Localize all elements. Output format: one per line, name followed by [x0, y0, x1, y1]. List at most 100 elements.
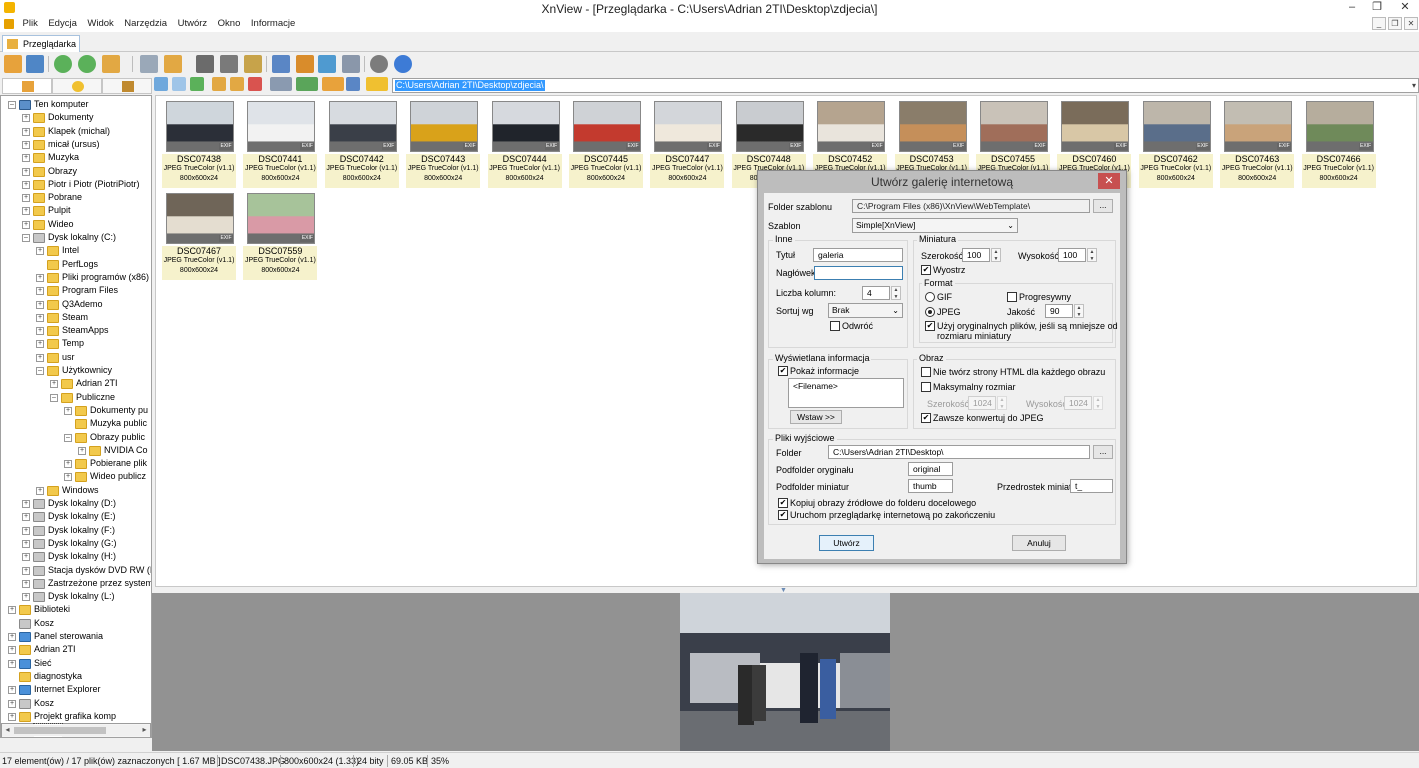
tab-przegladarka[interactable]: Przeglądarka — [2, 35, 80, 52]
expand-icon[interactable]: + — [36, 327, 44, 336]
chevron-down-icon[interactable]: ▾ — [1412, 79, 1416, 92]
tree-node[interactable]: – Obrazy public — [1, 431, 151, 444]
new-folder-icon[interactable] — [212, 77, 226, 91]
rename-icon[interactable] — [230, 77, 244, 91]
thumbnail-item[interactable]: EXIF DSC07442 JPEG TrueColor (v1.1) 800x600… — [324, 99, 399, 188]
mdi-restore-button[interactable]: ❐ — [1388, 17, 1402, 30]
scrollbar-thumb[interactable] — [14, 727, 106, 734]
expand-icon[interactable]: + — [22, 500, 30, 508]
forward-arrow-icon[interactable] — [172, 77, 186, 91]
tree-node[interactable]: + Dysk lokalny (G:) — [1, 537, 151, 550]
tree-node[interactable]: + Windows — [1, 484, 151, 497]
menu-informacje[interactable]: Informacje — [247, 16, 299, 31]
menu-okno[interactable]: Okno — [214, 16, 245, 31]
binoculars-icon[interactable] — [196, 55, 214, 73]
expand-icon[interactable]: + — [22, 566, 30, 575]
tree-node[interactable]: + Q3Ademo — [1, 298, 151, 311]
tree-node[interactable]: + NVIDIA Co — [1, 444, 151, 457]
max-width-spinner[interactable]: ▲ ▼ — [997, 396, 1007, 410]
thumbnail-item[interactable]: EXIF DSC07443 JPEG TrueColor (v1.1) 800x600… — [406, 99, 481, 188]
expand-icon[interactable]: + — [22, 154, 30, 163]
progressive-checkbox[interactable] — [1007, 292, 1017, 302]
expand-icon[interactable]: + — [36, 313, 44, 322]
tree-node[interactable]: + Wideo publicz — [1, 470, 151, 483]
quality-input[interactable]: 90 — [1045, 304, 1073, 318]
launch-browser-checkbox[interactable]: ✔ — [778, 510, 788, 520]
view-mode-icon[interactable] — [270, 77, 292, 91]
tree-node[interactable]: – Dysk lokalny (C:) — [1, 231, 151, 244]
menu-edycja[interactable]: Edycja — [44, 16, 81, 31]
expand-icon[interactable]: + — [8, 686, 16, 695]
expand-icon[interactable]: + — [64, 473, 72, 482]
gif-radio[interactable] — [925, 292, 935, 302]
tree-node[interactable]: + Dysk lokalny (D:) — [1, 497, 151, 510]
expand-icon[interactable]: + — [36, 340, 44, 349]
reverse-checkbox[interactable] — [830, 321, 840, 331]
expand-icon[interactable]: + — [8, 646, 16, 655]
tab-folders[interactable] — [2, 78, 52, 94]
collapse-icon[interactable]: – — [64, 433, 72, 442]
thumbnail-item[interactable]: EXIF DSC07441 JPEG TrueColor (v1.1) 800x600… — [243, 99, 318, 188]
tree-node[interactable]: – Publiczne — [1, 391, 151, 404]
folder-actions-icon[interactable] — [102, 55, 120, 73]
expand-icon[interactable]: + — [8, 659, 16, 668]
dialog-close-button[interactable]: ✕ — [1098, 173, 1120, 189]
max-height-input[interactable]: 1024 — [1064, 396, 1092, 410]
thumbnail-item[interactable]: EXIF DSC07445 JPEG TrueColor (v1.1) 800x600… — [569, 99, 643, 188]
expand-icon[interactable]: + — [22, 593, 30, 602]
sync-icon[interactable] — [346, 77, 360, 91]
thumbnail-item[interactable]: EXIF DSC07462 JPEG TrueColor (v1.1) 800x600… — [1138, 99, 1213, 188]
tree-node[interactable]: + Pulpit — [1, 204, 151, 217]
columns-input[interactable]: 4 — [862, 286, 890, 300]
template-folder-field[interactable]: C:\Program Files (x86)\XnView\WebTemplat… — [852, 199, 1090, 213]
output-folder-input[interactable]: C:\Users\Adrian 2TI\Desktop\ — [828, 445, 1090, 459]
screen-capture-icon[interactable] — [272, 55, 290, 73]
thumbnail-item[interactable]: EXIF DSC07463 JPEG TrueColor (v1.1) 800x600… — [1220, 99, 1295, 188]
document-menu-icon[interactable] — [4, 19, 14, 29]
tree-node[interactable]: + Dysk lokalny (H:) — [1, 550, 151, 563]
menu-plik[interactable]: Plik — [19, 16, 42, 31]
tree-node[interactable]: + Sieć — [1, 657, 151, 670]
header-input[interactable] — [814, 266, 903, 280]
menu-widok[interactable]: Widok — [83, 16, 117, 31]
tree-node[interactable]: + SteamApps — [1, 324, 151, 337]
template-folder-browse-button[interactable]: ... — [1093, 199, 1113, 213]
web-gallery-icon[interactable] — [318, 55, 336, 73]
tree-node[interactable]: + micał (ursus) — [1, 138, 151, 151]
info-textarea[interactable]: <Filename> — [788, 378, 904, 408]
tree-node[interactable]: + Zastrzeżone przez system — [1, 577, 151, 590]
thumbnail-item[interactable]: EXIF DSC07447 JPEG TrueColor (v1.1) 800x600… — [650, 99, 725, 188]
scroll-right-icon[interactable]: ▸ — [139, 725, 150, 736]
slideshow-icon[interactable] — [244, 55, 262, 73]
filter-icon[interactable] — [322, 77, 344, 91]
thumb-width-spinner[interactable]: ▲ ▼ — [991, 248, 1001, 262]
tree-horizontal-scrollbar[interactable]: ◂ ▸ — [2, 725, 150, 736]
thumbnail-item[interactable]: EXIF DSC07438 JPEG TrueColor (v1.1) 800x600… — [162, 99, 236, 188]
tree-node[interactable]: diagnostyka — [1, 670, 151, 683]
mdi-close-button[interactable]: ✕ — [1404, 17, 1418, 30]
expand-icon[interactable]: + — [8, 606, 16, 615]
back-arrow-icon[interactable] — [154, 77, 168, 91]
mdi-minimize-button[interactable]: _ — [1372, 17, 1386, 30]
expand-icon[interactable]: + — [36, 486, 44, 495]
thumb-height-spinner[interactable]: ▲ ▼ — [1087, 248, 1097, 262]
expand-icon[interactable]: + — [36, 353, 44, 362]
tree-node[interactable]: + Temp — [1, 337, 151, 350]
expand-icon[interactable]: + — [36, 273, 44, 282]
folder-tree[interactable]: – Ten komputer + Dokumenty + Klapek (michal) +… — [0, 95, 152, 738]
jpeg-radio[interactable] — [925, 307, 935, 317]
tree-node[interactable]: + Piotr i Piotr (PiotriPiotr) — [1, 178, 151, 191]
minimize-button[interactable]: – — [1338, 0, 1366, 16]
go-forward-icon[interactable] — [78, 55, 96, 73]
refresh-icon[interactable] — [54, 55, 72, 73]
max-size-checkbox[interactable] — [921, 382, 931, 392]
tree-node[interactable]: + Intel — [1, 244, 151, 257]
address-text[interactable]: C:\Users\Adrian 2TI\Desktop\zdjecia\ — [395, 80, 545, 91]
tree-node[interactable]: + Klapek (michal) — [1, 125, 151, 138]
close-button[interactable]: ✕ — [1391, 0, 1419, 16]
expand-icon[interactable]: + — [22, 180, 30, 189]
collapse-icon[interactable]: – — [22, 234, 30, 242]
use-original-checkbox[interactable]: ✔ — [925, 321, 935, 331]
tree-node[interactable]: + Obrazy — [1, 165, 151, 178]
tree-node[interactable]: + Internet Explorer — [1, 683, 151, 696]
